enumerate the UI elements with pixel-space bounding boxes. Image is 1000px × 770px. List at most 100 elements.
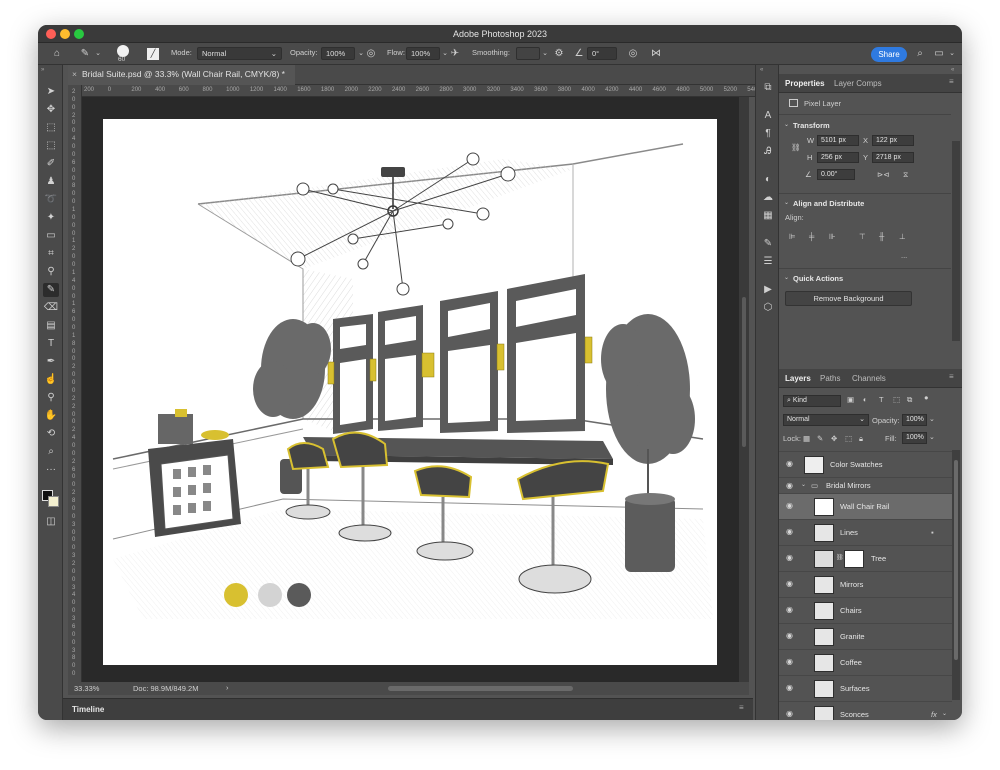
chevron-down-icon[interactable]: ⌄ bbox=[541, 48, 549, 60]
artboard-tool-icon[interactable]: ✥ bbox=[43, 103, 59, 117]
quick-actions-title[interactable]: Quick Actions bbox=[793, 274, 843, 283]
character-icon[interactable]: A bbox=[761, 109, 775, 123]
zoom-level[interactable]: 33.33% bbox=[74, 684, 99, 693]
brush-preset-icon[interactable]: ✎ bbox=[78, 48, 92, 60]
tab-layer-comps[interactable]: Layer Comps bbox=[834, 79, 882, 88]
chevron-down-icon[interactable]: ⌄ bbox=[784, 121, 789, 128]
height-input[interactable]: 256 px bbox=[817, 152, 859, 163]
align-title[interactable]: Align and Distribute bbox=[793, 199, 864, 208]
layer-row[interactable]: ◉ Lines ▪ bbox=[779, 519, 952, 545]
search-icon[interactable]: ⌕ bbox=[914, 48, 926, 60]
panel-menu-icon[interactable]: ≡ bbox=[739, 703, 744, 712]
frame-tool-icon[interactable]: ⬚ bbox=[43, 121, 59, 135]
brushes-icon[interactable]: ✎ bbox=[761, 237, 775, 251]
y-input[interactable]: 2718 px bbox=[872, 152, 914, 163]
visibility-eye-icon[interactable]: ◉ bbox=[786, 605, 793, 614]
flip-horizontal-icon[interactable]: ⊳⊲ bbox=[877, 170, 890, 179]
align-center-icon[interactable]: ╪ bbox=[809, 232, 814, 241]
timeline-label[interactable]: Timeline bbox=[72, 705, 104, 714]
chevron-down-icon[interactable]: ⌄ bbox=[94, 48, 102, 60]
layer-row[interactable]: ◉ ⛓ Tree bbox=[779, 545, 952, 571]
visibility-eye-icon[interactable]: ◉ bbox=[786, 657, 793, 666]
gradient-tool-icon[interactable]: ▤ bbox=[43, 319, 59, 333]
brush-settings-icon[interactable]: ╱ bbox=[147, 48, 159, 60]
history-icon[interactable]: ⧉ bbox=[761, 81, 775, 95]
lock-image-icon[interactable]: ✎ bbox=[817, 434, 823, 443]
layer-row[interactable]: ◉ Chairs bbox=[779, 597, 952, 623]
chevron-down-icon[interactable]: ⌄ bbox=[948, 48, 956, 60]
blend-mode-select[interactable]: Normal ⌄ bbox=[783, 414, 869, 426]
move-tool-icon[interactable]: ➤ bbox=[43, 85, 59, 99]
more-options-icon[interactable]: ... bbox=[901, 251, 907, 260]
layer-filter-kind[interactable]: ⌕ Kind bbox=[783, 395, 841, 407]
visibility-eye-icon[interactable]: ◉ bbox=[786, 459, 793, 468]
tab-channels[interactable]: Channels bbox=[852, 374, 886, 383]
hand-tool-icon[interactable]: ✋ bbox=[43, 409, 59, 423]
smoothing-input[interactable] bbox=[516, 47, 540, 60]
tab-layers[interactable]: Layers bbox=[785, 374, 811, 383]
status-arrow-icon[interactable]: › bbox=[226, 683, 229, 692]
tab-paths[interactable]: Paths bbox=[820, 374, 840, 383]
gear-icon[interactable]: ⚙ bbox=[552, 48, 566, 60]
type-tool-icon[interactable]: T bbox=[43, 337, 59, 351]
layer-row[interactable]: ◉ Color Swatches bbox=[779, 451, 952, 477]
brush-tool-icon[interactable]: ✎ bbox=[43, 283, 59, 297]
visibility-eye-icon[interactable]: ◉ bbox=[786, 709, 793, 718]
opacity-input[interactable]: 100% bbox=[321, 47, 355, 60]
x-input[interactable]: 122 px bbox=[872, 135, 914, 146]
align-bottom-icon[interactable]: ⊥ bbox=[899, 232, 906, 241]
chevron-down-icon[interactable]: ⌄ bbox=[929, 433, 935, 441]
flow-input[interactable]: 100% bbox=[406, 47, 440, 60]
lasso-tool-icon[interactable]: ➰ bbox=[43, 193, 59, 207]
layer-row[interactable]: ◉ Coffee bbox=[779, 649, 952, 675]
visibility-eye-icon[interactable]: ◉ bbox=[786, 683, 793, 692]
3d-icon[interactable]: ⬡ bbox=[761, 301, 775, 315]
visibility-eye-icon[interactable]: ◉ bbox=[786, 579, 793, 588]
actions-icon[interactable]: ▶ bbox=[761, 283, 775, 297]
filter-smart-object-icon[interactable]: ⧉ bbox=[907, 395, 912, 405]
align-left-icon[interactable]: ⊫ bbox=[789, 232, 796, 241]
fill-input[interactable]: 100% bbox=[902, 432, 927, 444]
mask-link-icon[interactable]: ⛓ bbox=[836, 554, 844, 561]
layers-scroll-thumb[interactable] bbox=[954, 460, 958, 660]
document-canvas[interactable] bbox=[103, 119, 717, 665]
adjustments-icon[interactable]: ◐ bbox=[761, 173, 775, 187]
home-icon[interactable]: ⌂ bbox=[50, 48, 64, 60]
filter-adjustment-icon[interactable]: ◐ bbox=[863, 395, 868, 404]
tab-properties[interactable]: Properties bbox=[785, 79, 825, 88]
fx-badge[interactable]: fx bbox=[931, 710, 937, 719]
stamp-tool-icon[interactable]: ♟ bbox=[43, 175, 59, 189]
filter-shape-icon[interactable]: ⬚ bbox=[893, 395, 900, 404]
panel-menu-icon[interactable]: ≡ bbox=[949, 372, 954, 381]
collapse-icon[interactable]: » bbox=[41, 67, 44, 73]
flip-vertical-icon[interactable]: ⧖ bbox=[903, 170, 908, 180]
glyphs-icon[interactable]: Ꭿ bbox=[761, 145, 775, 159]
layer-row[interactable]: ◉ Sconces fx ⌄ bbox=[779, 701, 952, 720]
panel-menu-icon[interactable]: ≡ bbox=[949, 77, 954, 86]
libraries-icon[interactable]: ☁ bbox=[761, 191, 775, 205]
filter-pixel-icon[interactable]: ▣ bbox=[847, 395, 854, 404]
mode-select[interactable]: Normal ⌄ bbox=[197, 47, 282, 60]
filter-type-icon[interactable]: T bbox=[879, 395, 884, 404]
more-tools-icon[interactable]: ··· bbox=[43, 463, 59, 477]
layer-row[interactable]: ◉ Mirrors bbox=[779, 571, 952, 597]
chevron-down-icon[interactable]: ⌄ bbox=[942, 710, 947, 717]
visibility-eye-icon[interactable]: ◉ bbox=[786, 481, 793, 490]
filter-toggle-icon[interactable]: ● bbox=[924, 393, 929, 402]
visibility-eye-icon[interactable]: ◉ bbox=[786, 501, 793, 510]
workspace-icon[interactable]: ▭ bbox=[932, 48, 946, 60]
lock-position-icon[interactable]: ✥ bbox=[831, 434, 837, 443]
collapse-icon[interactable]: « bbox=[951, 67, 954, 73]
visibility-eye-icon[interactable]: ◉ bbox=[786, 553, 793, 562]
angle-input[interactable]: 0° bbox=[587, 47, 617, 60]
paragraph-icon[interactable]: ¶ bbox=[761, 127, 775, 141]
width-input[interactable]: 5101 px bbox=[817, 135, 859, 146]
chevron-down-icon[interactable]: ⌄ bbox=[929, 415, 935, 423]
properties-scrollbar[interactable] bbox=[952, 141, 960, 341]
quick-mask-icon[interactable]: ◫ bbox=[43, 515, 59, 529]
share-button[interactable]: Share bbox=[871, 47, 907, 62]
remove-background-button[interactable]: Remove Background bbox=[785, 291, 912, 306]
airbrush-icon[interactable]: ✈ bbox=[448, 48, 462, 60]
eraser-tool-icon[interactable]: ⌫ bbox=[43, 301, 59, 315]
layer-row[interactable]: ◉ Granite bbox=[779, 623, 952, 649]
